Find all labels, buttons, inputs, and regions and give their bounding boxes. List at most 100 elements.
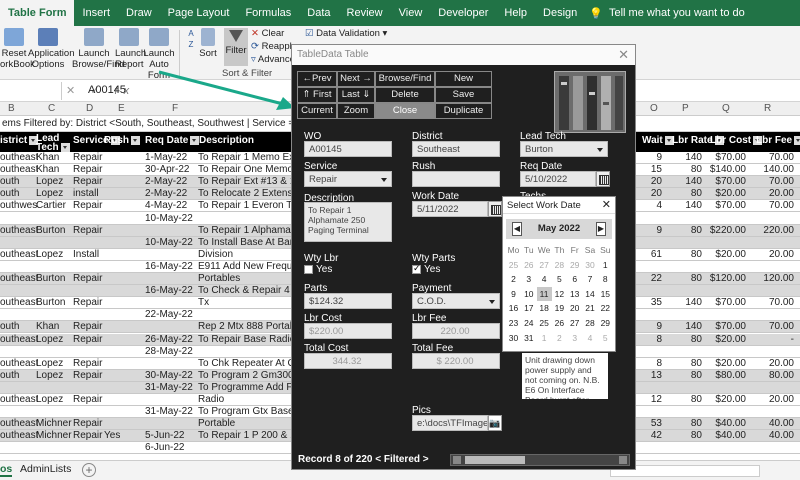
cell-cost[interactable]: $220.00 bbox=[700, 225, 746, 236]
lbr-fee-field[interactable]: 220.00 bbox=[412, 323, 500, 339]
pics-path-field[interactable]: e:\docs\TFImages\ bbox=[412, 415, 488, 431]
calendar-day[interactable]: 6 bbox=[567, 272, 582, 286]
cell-fee[interactable]: 70.00 bbox=[748, 321, 794, 332]
cell-cost[interactable]: $20.00 bbox=[700, 249, 746, 260]
calendar-day[interactable]: 5 bbox=[552, 272, 567, 286]
cell-service[interactable]: Repair bbox=[73, 370, 107, 381]
cell-fee[interactable]: - bbox=[748, 334, 794, 345]
cell-cost[interactable]: $70.00 bbox=[700, 200, 746, 211]
tab-table-form[interactable]: Table Form bbox=[0, 0, 75, 26]
record-scrollbar[interactable] bbox=[450, 454, 630, 466]
cell-rate[interactable]: 80 bbox=[672, 334, 702, 345]
cell-service[interactable]: Repair bbox=[73, 334, 107, 345]
calendar-day[interactable]: 21 bbox=[583, 301, 598, 315]
cell-fee[interactable]: 40.00 bbox=[748, 418, 794, 429]
tab-developer[interactable]: Developer bbox=[430, 0, 496, 26]
calendar-day[interactable]: 26 bbox=[552, 316, 567, 330]
column-header[interactable]: P bbox=[682, 103, 689, 114]
header-lbr-fee[interactable]: Lbr Fee bbox=[756, 136, 800, 146]
cell-date[interactable]: 31-May-22 bbox=[145, 382, 197, 393]
reapply-filter-button[interactable]: ⟳ Reapply bbox=[251, 41, 296, 52]
cell-service[interactable]: Repair bbox=[73, 418, 107, 429]
cell-service[interactable]: Repair bbox=[73, 358, 107, 369]
tab-review[interactable]: Review bbox=[339, 0, 391, 26]
cell-tech[interactable]: Lopez bbox=[36, 334, 76, 345]
cell-rate[interactable]: 80 bbox=[672, 418, 702, 429]
next-button[interactable]: Next → bbox=[337, 71, 375, 87]
calendar-day[interactable]: 11 bbox=[536, 286, 552, 301]
cell-tech[interactable]: Khan bbox=[36, 152, 76, 163]
cell-service[interactable]: Repair bbox=[73, 321, 107, 332]
calendar-day[interactable]: 28 bbox=[552, 258, 567, 272]
work-date-calendar-icon[interactable] bbox=[488, 201, 502, 217]
cell-fee[interactable]: 40.00 bbox=[748, 430, 794, 441]
cell-district[interactable]: outheast bbox=[0, 297, 38, 308]
req-date-field[interactable]: 5/10/2022 bbox=[520, 171, 596, 187]
launch-browse-find-button[interactable]: Launch Browse/Find bbox=[72, 28, 125, 70]
tell-me-search[interactable]: Tell me what you want to do bbox=[603, 7, 745, 19]
cell-service[interactable]: Repair bbox=[73, 394, 107, 405]
cell-wait[interactable]: 20 bbox=[642, 176, 662, 187]
cell-cost[interactable]: $70.00 bbox=[700, 321, 746, 332]
cell-service[interactable]: Repair bbox=[73, 430, 107, 441]
reset-workbook-button[interactable]: Reset orkBook bbox=[0, 28, 35, 70]
cell-district[interactable]: outh bbox=[0, 321, 38, 332]
name-box[interactable] bbox=[0, 82, 62, 100]
cell-cost[interactable]: $40.00 bbox=[700, 418, 746, 429]
calendar-day[interactable]: 25 bbox=[506, 258, 521, 272]
formula-input[interactable]: A00145 bbox=[88, 84, 126, 96]
cell-service[interactable]: Repair bbox=[73, 164, 107, 175]
cell-rate[interactable]: 80 bbox=[672, 394, 702, 405]
column-header[interactable]: E bbox=[118, 103, 125, 114]
calendar-day[interactable]: 30 bbox=[583, 258, 598, 272]
calendar-day[interactable]: 12 bbox=[552, 287, 567, 301]
cell-service[interactable]: Install bbox=[73, 249, 107, 260]
lead-tech-select[interactable]: Burton bbox=[520, 141, 608, 157]
cell-fee[interactable]: 140.00 bbox=[748, 164, 794, 175]
cell-wait[interactable]: 8 bbox=[642, 358, 662, 369]
cell-cost[interactable]: $70.00 bbox=[700, 176, 746, 187]
duplicate-button[interactable]: Duplicate bbox=[435, 103, 492, 119]
cell-tech[interactable]: Lopez bbox=[36, 394, 76, 405]
cell-cost[interactable]: $70.00 bbox=[700, 297, 746, 308]
cell-tech[interactable]: Lopez bbox=[36, 358, 76, 369]
lbr-cost-field[interactable]: $220.00 bbox=[304, 323, 392, 339]
cell-wait[interactable]: 4 bbox=[642, 200, 662, 211]
zoom-button[interactable]: Zoom bbox=[337, 103, 375, 119]
header-wait[interactable]: Wait bbox=[642, 136, 674, 146]
cell-district[interactable]: outheast bbox=[0, 334, 38, 345]
cell-date[interactable]: 5-Jun-22 bbox=[145, 430, 197, 441]
column-header[interactable]: R bbox=[764, 103, 771, 114]
cell-district[interactable]: outheast bbox=[0, 249, 38, 260]
calendar-day[interactable]: 19 bbox=[552, 301, 567, 315]
cell-rate[interactable]: 140 bbox=[672, 321, 702, 332]
cell-tech[interactable]: Burton bbox=[36, 273, 76, 284]
dialog-close-icon[interactable]: ✕ bbox=[618, 45, 629, 65]
calendar-day[interactable]: 2 bbox=[506, 272, 521, 286]
scroll-thumb[interactable] bbox=[465, 456, 525, 464]
cell-rate[interactable]: 80 bbox=[672, 164, 702, 175]
calendar-day[interactable]: 4 bbox=[537, 272, 552, 286]
cell-cost[interactable]: $20.00 bbox=[700, 358, 746, 369]
cell-date[interactable]: 4-May-22 bbox=[145, 200, 197, 211]
calendar-day[interactable]: 27 bbox=[567, 316, 582, 330]
cell-rush[interactable]: Yes bbox=[104, 430, 134, 441]
current-button[interactable]: Current bbox=[297, 103, 337, 119]
clear-filter-button[interactable]: ✕ Clear bbox=[251, 28, 284, 39]
column-header[interactable]: O bbox=[650, 103, 658, 114]
cell-service[interactable]: install bbox=[73, 188, 107, 199]
next-month-icon[interactable]: ▶ bbox=[596, 222, 606, 236]
camera-icon[interactable]: 📷 bbox=[488, 415, 502, 431]
cell-service[interactable]: Repair bbox=[73, 273, 107, 284]
cell-cost[interactable]: $80.00 bbox=[700, 370, 746, 381]
cell-cost[interactable]: $20.00 bbox=[700, 188, 746, 199]
work-date-field[interactable]: 5/11/2022 bbox=[412, 201, 488, 217]
calendar-day[interactable]: 29 bbox=[567, 258, 582, 272]
calendar-day[interactable]: 23 bbox=[506, 316, 521, 330]
cell-cost[interactable]: $20.00 bbox=[700, 334, 746, 345]
cell-fee[interactable]: 80.00 bbox=[748, 370, 794, 381]
column-header[interactable]: B bbox=[8, 103, 15, 114]
cell-cost[interactable]: $140.00 bbox=[700, 164, 746, 175]
cell-rate[interactable]: 140 bbox=[672, 297, 702, 308]
cell-district[interactable]: outheast bbox=[0, 164, 38, 175]
